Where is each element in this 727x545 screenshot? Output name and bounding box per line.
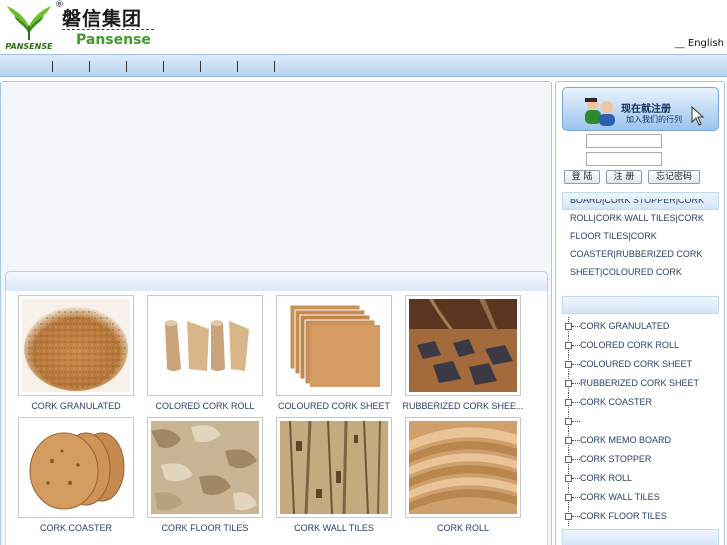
keyword-link[interactable]: BOARD|CORK STOPPER|CORK bbox=[570, 199, 720, 209]
product-image-cork-floor-tile[interactable] bbox=[147, 417, 263, 518]
product-label[interactable]: CORK COASTER bbox=[14, 523, 138, 533]
site-header: PANSENSE ® 磐信集团 Pansense English bbox=[0, 0, 727, 54]
category-item[interactable]: COLOURED CORK SHEET bbox=[564, 355, 724, 374]
register-banner[interactable]: 现在就注册 加入我们的行列 bbox=[562, 87, 719, 131]
category-item[interactable]: CORK ROLL bbox=[564, 469, 724, 488]
nav-separator bbox=[89, 61, 90, 72]
category-item[interactable] bbox=[564, 412, 724, 431]
category-item[interactable]: RUBBERIZED CORK SHEET bbox=[564, 374, 724, 393]
product-card[interactable]: CORK GRANULATED bbox=[14, 295, 138, 411]
product-label[interactable]: CORK ROLL bbox=[401, 523, 525, 533]
product-label[interactable]: CORK WALL TILES bbox=[272, 523, 396, 533]
category-item[interactable]: CORK GRANULATED bbox=[564, 317, 724, 336]
register-subtitle: 加入我们的行列 bbox=[626, 115, 682, 124]
product-image-cork-wall-tile[interactable] bbox=[276, 417, 392, 518]
product-label[interactable]: RUBBERIZED CORK SHEE... bbox=[401, 401, 525, 411]
tree-node-icon bbox=[565, 361, 572, 368]
product-image-cork-granules[interactable] bbox=[18, 295, 134, 396]
logo-divider bbox=[62, 29, 154, 30]
product-label[interactable]: CORK GRANULATED bbox=[14, 401, 138, 411]
main-nav-bar bbox=[0, 54, 727, 77]
login-button[interactable]: 登 陆 bbox=[564, 170, 600, 184]
users-icon bbox=[585, 97, 615, 126]
nav-separator bbox=[237, 61, 238, 72]
tree-node-icon bbox=[565, 456, 572, 463]
password-input[interactable] bbox=[586, 152, 662, 166]
product-image-cork-rolls[interactable] bbox=[147, 295, 263, 396]
main-content-panel: CORK GRANULATED COLORED CORK ROLL COLOUR… bbox=[0, 81, 552, 545]
tree-node-icon bbox=[565, 437, 572, 444]
tree-node-icon bbox=[565, 513, 572, 520]
nav-separator bbox=[200, 61, 201, 72]
product-image-cork-roll[interactable] bbox=[405, 417, 521, 518]
products-section-header bbox=[5, 271, 548, 292]
category-item[interactable]: CORK MEMO BOARD bbox=[564, 431, 724, 450]
product-card[interactable]: RUBBERIZED CORK SHEE... bbox=[401, 295, 525, 411]
product-card[interactable]: COLORED CORK ROLL bbox=[143, 295, 267, 411]
register-button[interactable]: 注 册 bbox=[606, 170, 642, 184]
product-card[interactable]: COLOURED CORK SHEET bbox=[272, 295, 396, 411]
categories-section-header bbox=[562, 296, 719, 314]
product-card[interactable]: CORK FLOOR TILES bbox=[143, 417, 267, 533]
category-item[interactable]: CORK COASTER bbox=[564, 393, 724, 412]
tree-node-icon bbox=[565, 494, 572, 501]
forgot-password-button[interactable]: 忘记密码 bbox=[648, 170, 700, 184]
cursor-icon bbox=[691, 106, 705, 126]
category-item[interactable]: COLORED CORK ROLL bbox=[564, 336, 724, 355]
nav-separator bbox=[52, 61, 53, 72]
username-input[interactable] bbox=[586, 134, 662, 148]
keyword-link[interactable]: FLOOR TILES|CORK bbox=[570, 227, 720, 245]
product-image-rubberized-floor[interactable] bbox=[405, 295, 521, 396]
nav-separator bbox=[274, 61, 275, 72]
product-label[interactable]: CORK FLOOR TILES bbox=[143, 523, 267, 533]
keyword-links: BOARD|CORK STOPPER|CORK ROLL|CORK WALL T… bbox=[570, 199, 720, 291]
company-name-cn: 磐信集团 bbox=[62, 8, 143, 30]
register-title: 现在就注册 bbox=[621, 104, 671, 115]
svg-text:PANSENSE: PANSENSE bbox=[5, 42, 53, 51]
category-tree: CORK GRANULATED COLORED CORK ROLL COLOUR… bbox=[564, 317, 724, 526]
products-grid: CORK GRANULATED COLORED CORK ROLL COLOUR… bbox=[5, 291, 548, 545]
right-sidebar: 现在就注册 加入我们的行列 登 陆 注 册 忘记密码 BOARD|CORK ST… bbox=[555, 81, 725, 545]
tree-node-icon bbox=[565, 342, 572, 349]
sidebar-footer-header bbox=[562, 529, 719, 545]
tree-node-icon bbox=[565, 418, 572, 425]
keyword-link[interactable]: COASTER|RUBBERIZED CORK bbox=[570, 245, 720, 263]
category-item[interactable]: CORK STOPPER bbox=[564, 450, 724, 469]
nav-separator bbox=[163, 61, 164, 72]
category-item[interactable]: CORK FLOOR TILES bbox=[564, 507, 724, 526]
tree-node-icon bbox=[565, 475, 572, 482]
pansense-logo-icon[interactable]: PANSENSE bbox=[4, 2, 54, 52]
product-image-cork-coasters[interactable] bbox=[18, 417, 134, 518]
tree-node-icon bbox=[565, 380, 572, 387]
tree-node-icon bbox=[565, 399, 572, 406]
category-item[interactable]: CORK WALL TILES bbox=[564, 488, 724, 507]
product-card[interactable]: CORK ROLL bbox=[401, 417, 525, 533]
tree-node-icon bbox=[565, 323, 572, 330]
keyword-link[interactable]: SHEET|COLOURED CORK bbox=[570, 263, 720, 281]
product-card[interactable]: CORK WALL TILES bbox=[272, 417, 396, 533]
keyword-link[interactable]: ROLL|CORK WALL TILES|CORK bbox=[570, 209, 720, 227]
product-label[interactable]: COLOURED CORK SHEET bbox=[272, 401, 396, 411]
product-card[interactable]: CORK COASTER bbox=[14, 417, 138, 533]
english-link[interactable]: English bbox=[675, 38, 724, 49]
product-image-cork-sheets[interactable] bbox=[276, 295, 392, 396]
company-name-en: Pansense bbox=[76, 32, 151, 48]
product-label[interactable]: COLORED CORK ROLL bbox=[143, 401, 267, 411]
nav-separator bbox=[126, 61, 127, 72]
